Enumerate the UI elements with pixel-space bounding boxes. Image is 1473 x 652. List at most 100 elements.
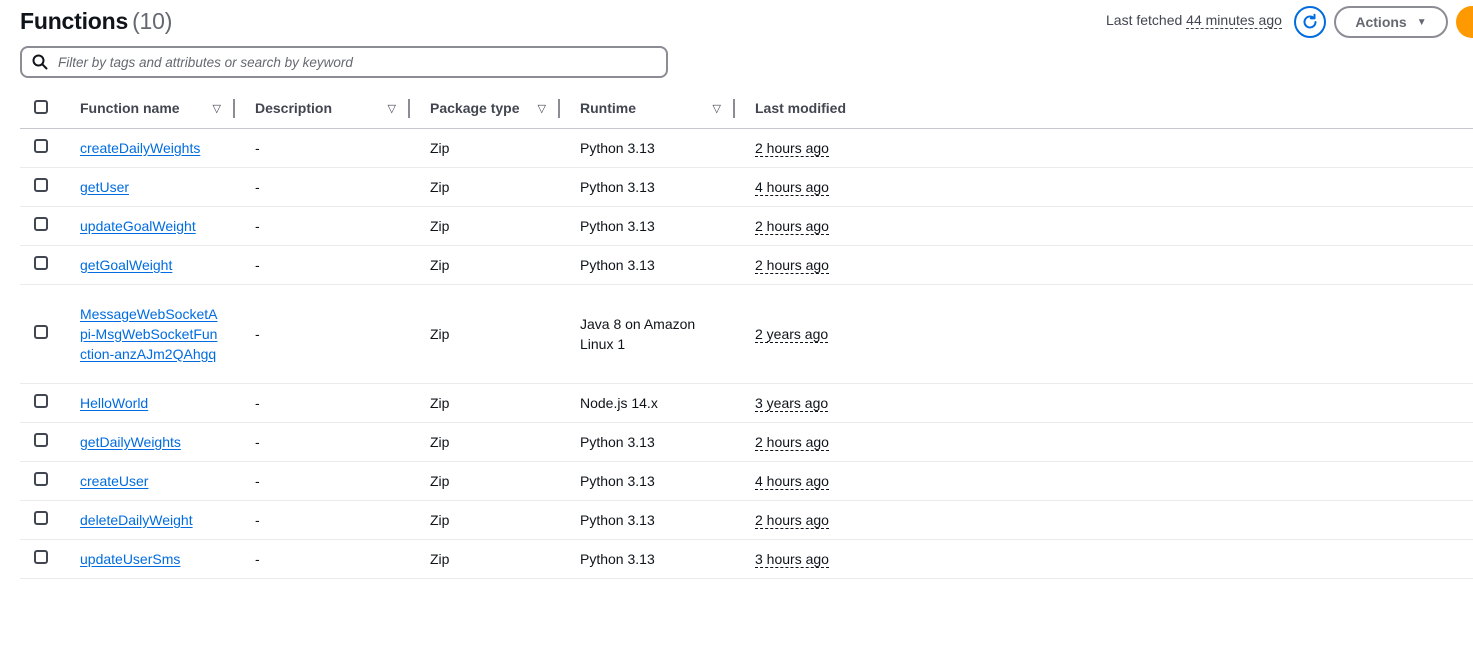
table-row: HelloWorld - Zip Node.js 14.x 3 years ag… [20,383,1473,422]
column-header-description[interactable]: Description ▽ [235,89,410,128]
column-label: Description [255,100,333,117]
row-checkbox[interactable] [34,324,48,339]
caret-down-icon: ▼ [1416,16,1427,28]
function-name-link[interactable]: HelloWorld [80,395,148,411]
sort-icon[interactable]: ▽ [538,102,546,115]
function-name-link[interactable]: getUser [80,179,129,195]
description-cell: - [255,550,260,567]
last-modified-cell[interactable]: 2 hours ago [755,139,829,157]
runtime-cell: Python 3.13 [580,550,655,567]
function-count: (10) [132,8,173,34]
last-modified-cell[interactable]: 2 hours ago [755,433,829,451]
function-name-link[interactable]: deleteDailyWeight [80,512,193,528]
description-cell: - [255,256,260,273]
table-row: createUser - Zip Python 3.13 4 hours ago [20,461,1473,500]
sort-icon[interactable]: ▽ [388,102,396,115]
refresh-icon [1303,13,1317,29]
function-name-link[interactable]: createUser [80,473,148,489]
last-modified-cell[interactable]: 3 years ago [755,394,829,412]
table-row: updateGoalWeight - Zip Python 3.13 2 hou… [20,206,1473,245]
function-name-link[interactable]: MessageWebSocketApi-MsgWebSocketFunction… [80,304,220,364]
create-function-button[interactable] [1456,6,1473,38]
column-header-runtime[interactable]: Runtime ▽ [560,89,735,128]
table-row: getUser - Zip Python 3.13 4 hours ago [20,167,1473,206]
actions-button[interactable]: Actions ▼ [1334,6,1448,38]
description-cell: - [255,217,260,234]
last-fetched-time[interactable]: 44 minutes ago [1186,12,1282,29]
runtime-cell: Python 3.13 [580,256,655,273]
last-modified-cell[interactable]: 2 years ago [755,325,829,343]
page-title-text: Functions [20,8,129,34]
last-modified-cell[interactable]: 2 hours ago [755,256,829,274]
page-title: Functions (10) [20,8,172,35]
table-row: MessageWebSocketApi-MsgWebSocketFunction… [20,284,1473,383]
row-checkbox[interactable] [34,177,48,192]
sort-icon[interactable]: ▽ [713,102,721,115]
description-cell: - [255,394,260,411]
function-name-link[interactable]: getGoalWeight [80,257,172,273]
function-name-link[interactable]: updateUserSms [80,551,180,567]
sort-icon[interactable]: ▽ [213,102,221,115]
table-row: deleteDailyWeight - Zip Python 3.13 2 ho… [20,500,1473,539]
table-row: updateUserSms - Zip Python 3.13 3 hours … [20,539,1473,578]
search-field[interactable] [20,46,668,78]
table-header-row: Function name ▽ Description ▽ Package type… [20,89,1473,128]
package-type-cell: Zip [430,178,450,195]
column-label: Last modified [755,100,847,117]
table-row: getGoalWeight - Zip Python 3.13 2 hours … [20,245,1473,284]
package-type-cell: Zip [430,217,450,234]
description-cell: - [255,511,260,528]
description-cell: - [255,325,260,342]
last-modified-cell[interactable]: 4 hours ago [755,472,829,490]
column-header-last-modified[interactable]: Last modified [735,89,1473,128]
table-row: createDailyWeights - Zip Python 3.13 2 h… [20,128,1473,167]
last-modified-cell[interactable]: 3 hours ago [755,550,829,568]
actions-label: Actions [1355,14,1407,30]
row-checkbox[interactable] [34,471,48,486]
column-header-package-type[interactable]: Package type ▽ [410,89,560,128]
row-checkbox[interactable] [34,549,48,564]
runtime-cell: Python 3.13 [580,217,655,234]
runtime-cell: Python 3.13 [580,178,655,195]
last-modified-cell[interactable]: 4 hours ago [755,178,829,196]
row-checkbox[interactable] [34,216,48,231]
package-type-cell: Zip [430,433,450,450]
description-cell: - [255,472,260,489]
row-checkbox[interactable] [34,510,48,525]
column-label: Function name [80,100,180,117]
description-cell: - [255,178,260,195]
last-fetched: Last fetched 44 minutes ago [1106,12,1282,29]
search-input[interactable] [58,54,638,70]
select-all-cell [20,89,60,128]
search-icon [32,54,48,70]
table-row: getDailyWeights - Zip Python 3.13 2 hour… [20,422,1473,461]
functions-table: Function name ▽ Description ▽ Package type… [20,89,1473,579]
function-name-link[interactable]: createDailyWeights [80,140,200,156]
runtime-cell: Node.js 14.x [580,394,658,411]
select-all-checkbox[interactable] [34,99,48,114]
last-modified-cell[interactable]: 2 hours ago [755,217,829,235]
runtime-cell: Python 3.13 [580,139,655,156]
package-type-cell: Zip [430,139,450,156]
column-label: Runtime [580,100,636,117]
row-checkbox[interactable] [34,255,48,270]
refresh-button[interactable] [1294,6,1326,38]
package-type-cell: Zip [430,472,450,489]
last-modified-cell[interactable]: 2 hours ago [755,511,829,529]
runtime-text: Java 8 on Amazon Linux 1 [580,315,696,352]
runtime-cell: Python 3.13 [580,433,655,450]
row-checkbox[interactable] [34,432,48,447]
runtime-cell: Java 8 on Amazon Linux 1 [560,284,735,383]
column-header-function-name[interactable]: Function name ▽ [60,89,235,128]
row-checkbox[interactable] [34,393,48,408]
last-fetched-label: Last fetched [1106,12,1183,28]
page-header: Functions (10) Last fetched 44 minutes ag… [20,6,1473,40]
package-type-cell: Zip [430,325,450,342]
row-checkbox[interactable] [34,138,48,153]
package-type-cell: Zip [430,550,450,567]
description-cell: - [255,433,260,450]
package-type-cell: Zip [430,256,450,273]
function-name-link[interactable]: updateGoalWeight [80,218,196,234]
function-name-link[interactable]: getDailyWeights [80,434,181,450]
package-type-cell: Zip [430,511,450,528]
